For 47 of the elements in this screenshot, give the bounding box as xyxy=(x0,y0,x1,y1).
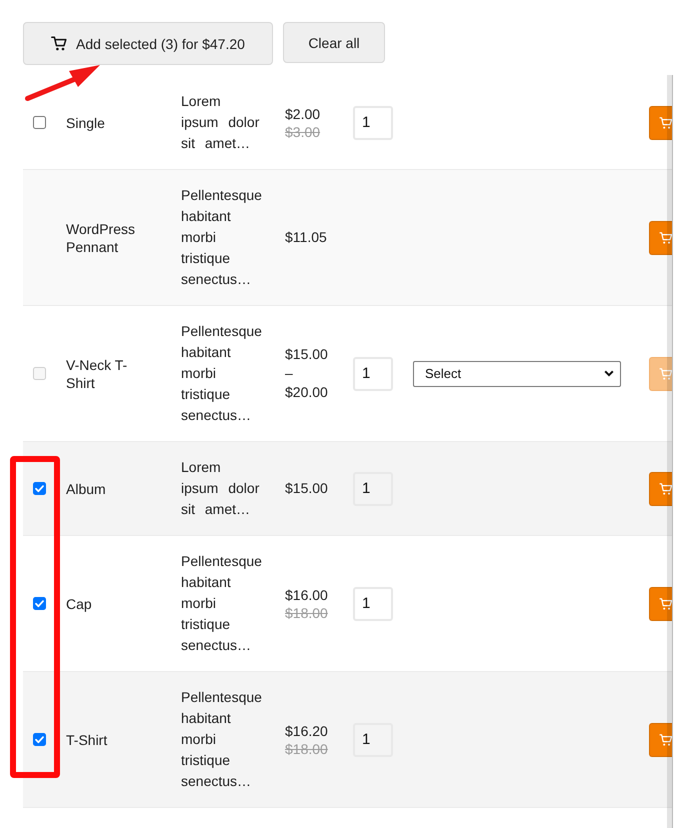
product-description: Lorem ipsum dolor sit amet… xyxy=(181,93,260,151)
variation-select[interactable]: Select xyxy=(413,360,621,386)
quantity-input[interactable]: 1 xyxy=(353,106,393,140)
cart-icon xyxy=(659,368,672,380)
quantity-input[interactable]: 1 xyxy=(353,356,393,390)
add-to-cart-button[interactable] xyxy=(649,106,673,140)
regular-price: $18.00 xyxy=(285,604,328,622)
cart-icon xyxy=(659,598,672,610)
cart-icon xyxy=(659,116,672,128)
select-checkbox[interactable] xyxy=(33,733,46,746)
product-name: Single xyxy=(66,114,105,130)
product-price: $11.05 xyxy=(285,228,327,247)
regular-price: $3.00 xyxy=(285,124,320,140)
cart-icon xyxy=(659,232,672,244)
add-to-cart-button[interactable] xyxy=(649,586,673,620)
select-checkbox[interactable] xyxy=(33,116,46,129)
cart-icon xyxy=(659,734,672,746)
product-name: WordPress Pennant xyxy=(66,220,135,254)
product-description: Pellentesque habitant morbi tristique senectus… xyxy=(181,323,262,423)
product-description: Pellentesque habitant morbi tristique senectus… xyxy=(181,187,262,287)
select-checkbox[interactable] xyxy=(33,482,46,495)
product-description: Lorem ipsum dolor sit amet… xyxy=(181,459,260,517)
product-price: $2.00 xyxy=(285,104,320,124)
quantity-input[interactable]: 1 xyxy=(353,722,393,756)
clear-all-button[interactable]: Clear all xyxy=(283,22,385,63)
select-checkbox[interactable] xyxy=(33,597,46,610)
product-name: Cap xyxy=(66,596,92,612)
quantity-input[interactable]: 1 xyxy=(353,586,393,620)
quantity-input[interactable]: 1 xyxy=(353,472,393,506)
product-price: $16.20 xyxy=(285,722,328,740)
product-description: Pellentesque habitant morbi tristique senectus… xyxy=(181,689,262,789)
chevron-down-icon xyxy=(604,370,614,377)
scrollbar-track[interactable] xyxy=(667,75,673,828)
product-description: Pellentesque habitant morbi tristique senectus… xyxy=(181,553,262,653)
product-price: $15.00 – $20.00 xyxy=(285,345,329,402)
cart-icon xyxy=(659,482,672,494)
product-price: $16.00 xyxy=(285,586,328,604)
cart-icon xyxy=(51,36,68,51)
product-name: V-Neck T-Shirt xyxy=(66,356,128,390)
add-to-cart-button[interactable] xyxy=(649,722,673,756)
add-to-cart-button[interactable] xyxy=(649,472,673,506)
add-to-cart-button[interactable] xyxy=(649,220,673,254)
add-selected-button[interactable]: Add selected (3) for $47.20 xyxy=(23,22,273,65)
product-name: T-Shirt xyxy=(66,732,108,748)
product-name: Album xyxy=(66,480,106,496)
product-price: $15.00 xyxy=(285,479,328,498)
regular-price: $18.00 xyxy=(285,740,328,758)
